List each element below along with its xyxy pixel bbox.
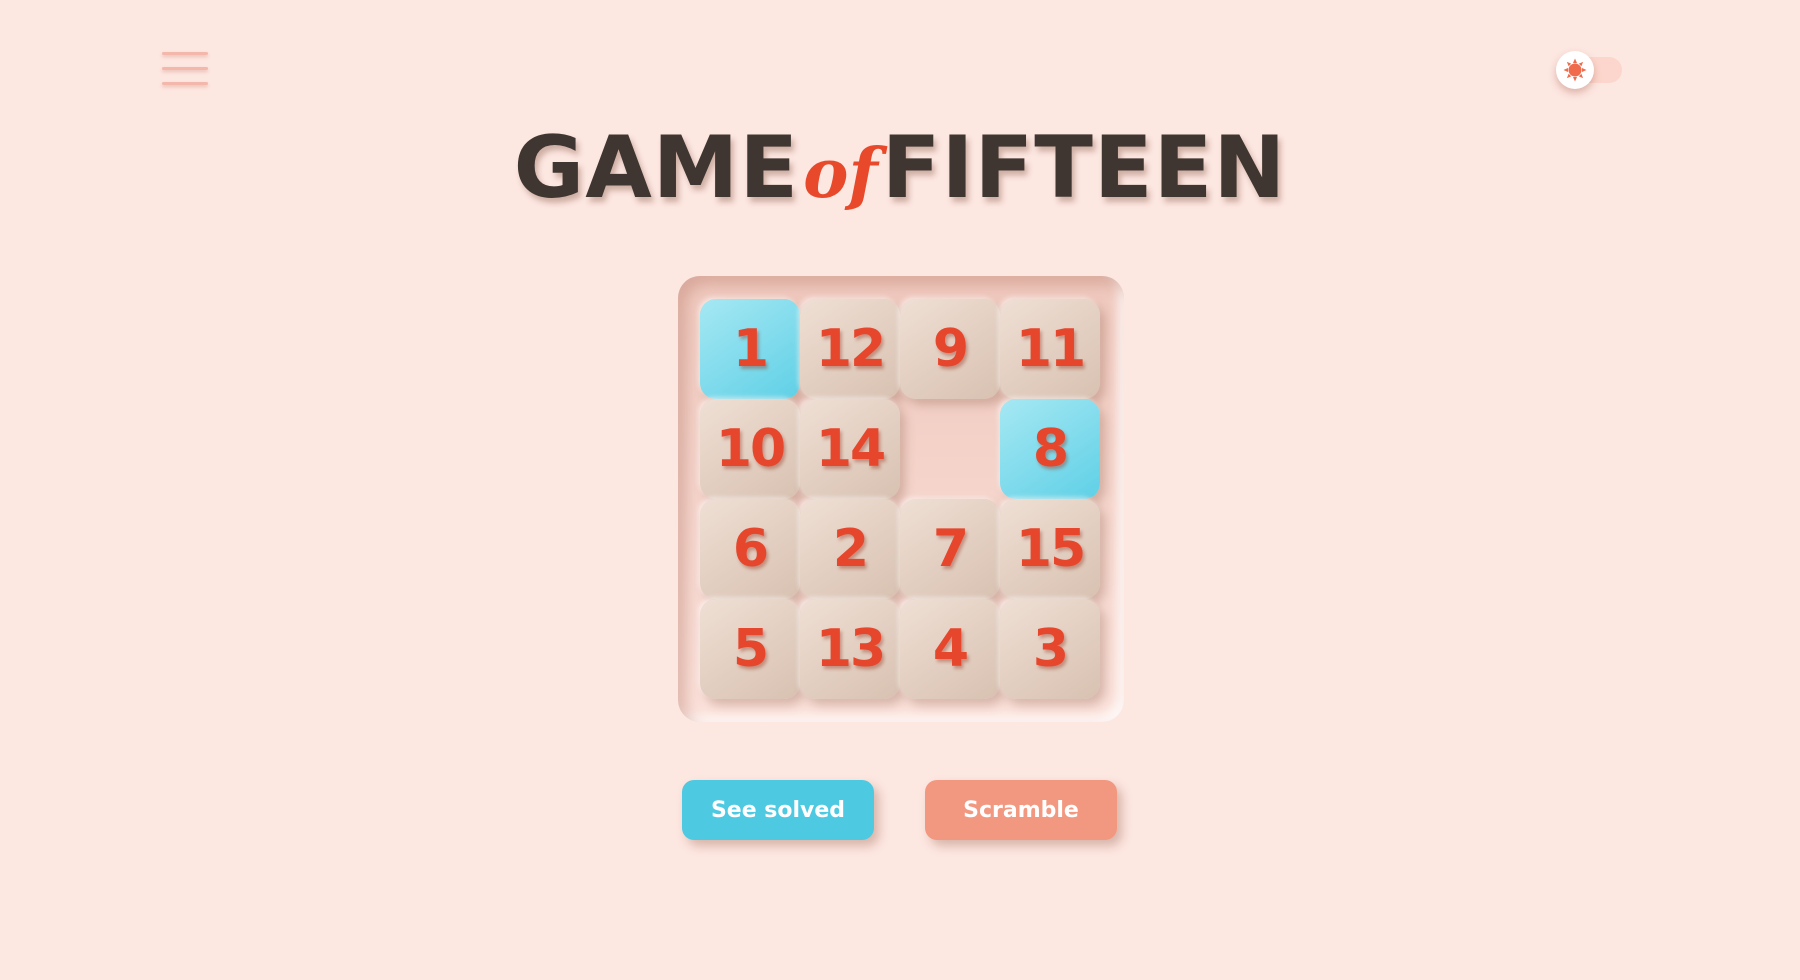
tile-1[interactable]: 1	[700, 299, 800, 399]
game-title: GAMEofFIFTEEN	[0, 118, 1800, 218]
theme-toggle[interactable]	[1556, 50, 1628, 90]
tile-10[interactable]: 10	[700, 399, 800, 499]
tile-number: 15	[1015, 519, 1086, 579]
tile-14[interactable]: 14	[800, 399, 900, 499]
tile-15[interactable]: 15	[1000, 499, 1100, 599]
tile-7[interactable]: 7	[900, 499, 1000, 599]
menu-button[interactable]	[162, 50, 208, 90]
puzzle-board: 1 12 9 11 10 14 8 6 2 7 15 5 13 4 3	[678, 276, 1124, 722]
tile-4[interactable]: 4	[900, 599, 1000, 699]
tile-number: 8	[1032, 419, 1069, 479]
tile-13[interactable]: 13	[800, 599, 900, 699]
tile-number: 4	[932, 619, 969, 679]
tile-number: 13	[815, 619, 886, 679]
title-game: GAME	[513, 118, 800, 218]
title-of: of	[803, 134, 878, 214]
see-solved-button[interactable]: See solved	[682, 780, 874, 840]
tile-number: 7	[932, 519, 969, 579]
tile-2[interactable]: 2	[800, 499, 900, 599]
tile-number: 11	[1015, 319, 1086, 379]
tile-number: 14	[815, 419, 886, 479]
tile-5[interactable]: 5	[700, 599, 800, 699]
tile-3[interactable]: 3	[1000, 599, 1100, 699]
tile-number: 6	[732, 519, 769, 579]
tile-number: 5	[732, 619, 769, 679]
scramble-button[interactable]: Scramble	[925, 780, 1117, 840]
tile-number: 1	[732, 319, 769, 379]
sun-icon	[1563, 58, 1587, 82]
tile-number: 3	[1032, 619, 1069, 679]
tile-number: 2	[832, 519, 869, 579]
tile-8[interactable]: 8	[1000, 399, 1100, 499]
tile-number: 12	[815, 319, 886, 379]
tile-11[interactable]: 11	[1000, 299, 1100, 399]
hamburger-icon-bar	[162, 82, 208, 85]
tile-6[interactable]: 6	[700, 499, 800, 599]
title-fifteen: FIFTEEN	[881, 118, 1287, 218]
toggle-knob	[1556, 51, 1594, 89]
hamburger-icon	[162, 52, 208, 55]
tile-number: 10	[715, 419, 786, 479]
tile-9[interactable]: 9	[900, 299, 1000, 399]
tile-number: 9	[932, 319, 969, 379]
tile-12[interactable]: 12	[800, 299, 900, 399]
hamburger-icon-bar	[162, 67, 208, 70]
